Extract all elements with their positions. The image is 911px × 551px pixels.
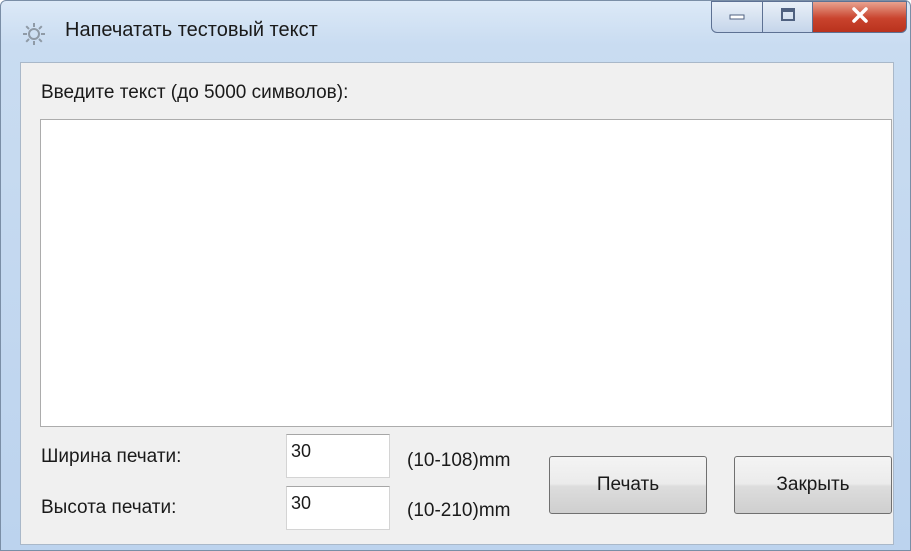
minimize-icon bbox=[727, 8, 747, 26]
print-width-range: (10-108)mm bbox=[407, 450, 511, 471]
print-height-label: Высота печати: bbox=[41, 497, 177, 518]
print-width-label: Ширина печати: bbox=[41, 446, 182, 467]
text-input-area[interactable] bbox=[40, 119, 892, 427]
print-test-text-window: Напечатать тестовый текст Введите текст … bbox=[0, 0, 911, 551]
print-button[interactable]: Печать bbox=[549, 456, 707, 514]
close-button[interactable]: Закрыть bbox=[734, 456, 892, 514]
print-height-range: (10-210)mm bbox=[407, 500, 511, 521]
maximize-icon bbox=[779, 7, 797, 28]
title-bar[interactable]: Напечатать тестовый текст bbox=[1, 1, 911, 63]
print-width-input[interactable] bbox=[286, 434, 390, 478]
gear-icon bbox=[21, 21, 47, 47]
dialog-content: Введите текст (до 5000 символов): Ширина… bbox=[20, 62, 894, 545]
close-window-button[interactable] bbox=[813, 1, 907, 33]
window-controls bbox=[711, 1, 907, 33]
close-icon bbox=[850, 6, 870, 29]
minimize-button[interactable] bbox=[711, 1, 763, 33]
maximize-button[interactable] bbox=[763, 1, 813, 33]
print-height-input[interactable] bbox=[286, 486, 390, 530]
text-prompt-label: Введите текст (до 5000 символов): bbox=[41, 82, 349, 103]
window-title: Напечатать тестовый текст bbox=[65, 19, 318, 41]
